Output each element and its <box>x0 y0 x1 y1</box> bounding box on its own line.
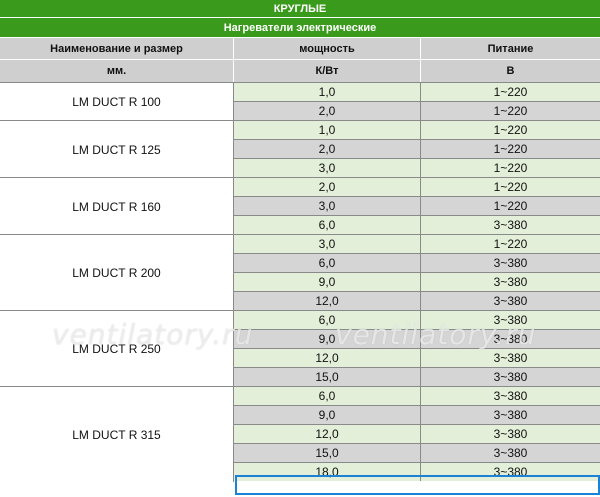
power-cell[interactable]: 12,0 <box>234 348 421 367</box>
product-name-cell[interactable]: LM DUCT R 125 <box>0 120 234 178</box>
header-name-line1: Наименование и размер <box>0 38 234 60</box>
supply-cell[interactable]: 3~380 <box>421 405 600 424</box>
power-cell[interactable]: 6,0 <box>234 215 421 234</box>
supply-cell[interactable]: 3~380 <box>421 386 600 405</box>
supply-cell[interactable]: 3~380 <box>421 215 600 234</box>
header-name-line2: мм. <box>0 60 234 82</box>
supply-cell[interactable]: 1~220 <box>421 82 600 101</box>
supply-cell[interactable]: 1~220 <box>421 101 600 120</box>
supply-cell[interactable]: 3~380 <box>421 462 600 481</box>
power-cell[interactable]: 18,0 <box>234 462 421 481</box>
power-cell[interactable]: 6,0 <box>234 386 421 405</box>
supply-cell[interactable]: 3~380 <box>421 329 600 348</box>
supply-cell[interactable]: 3~380 <box>421 272 600 291</box>
supply-cell[interactable]: 3~380 <box>421 443 600 462</box>
power-cell[interactable]: 12,0 <box>234 424 421 443</box>
power-cell[interactable]: 9,0 <box>234 405 421 424</box>
power-cell[interactable]: 3,0 <box>234 234 421 253</box>
supply-cell[interactable]: 1~220 <box>421 120 600 139</box>
supply-cell[interactable]: 3~380 <box>421 310 600 329</box>
header-power-line2: К/Вт <box>234 60 421 82</box>
product-name-cell[interactable]: LM DUCT R 200 <box>0 234 234 311</box>
header-power-line1: мощность <box>234 38 421 60</box>
product-name-cell[interactable]: LM DUCT R 160 <box>0 177 234 235</box>
supply-cell[interactable]: 3~380 <box>421 291 600 310</box>
supply-cell[interactable]: 1~220 <box>421 196 600 215</box>
supply-cell[interactable]: 3~380 <box>421 367 600 386</box>
power-cell[interactable]: 9,0 <box>234 329 421 348</box>
power-cell[interactable]: 2,0 <box>234 177 421 196</box>
supply-cell[interactable]: 1~220 <box>421 139 600 158</box>
product-name-cell[interactable]: LM DUCT R 315 <box>0 386 234 482</box>
supply-cell[interactable]: 1~220 <box>421 234 600 253</box>
power-cell[interactable]: 12,0 <box>234 291 421 310</box>
power-cell[interactable]: 15,0 <box>234 367 421 386</box>
header-supply-line2: В <box>421 60 600 82</box>
product-name-cell[interactable]: LM DUCT R 250 <box>0 310 234 387</box>
power-cell[interactable]: 15,0 <box>234 443 421 462</box>
supply-cell[interactable]: 1~220 <box>421 177 600 196</box>
supply-cell[interactable]: 1~220 <box>421 158 600 177</box>
supply-cell[interactable]: 3~380 <box>421 253 600 272</box>
power-cell[interactable]: 2,0 <box>234 139 421 158</box>
supply-cell[interactable]: 3~380 <box>421 424 600 443</box>
supply-cell[interactable]: 3~380 <box>421 348 600 367</box>
product-name-cell[interactable]: LM DUCT R 100 <box>0 82 234 121</box>
power-cell[interactable]: 3,0 <box>234 158 421 177</box>
power-cell[interactable]: 1,0 <box>234 120 421 139</box>
spreadsheet-table: КРУГЛЫЕ Нагреватели электрические Наимен… <box>0 0 600 497</box>
power-cell[interactable]: 3,0 <box>234 196 421 215</box>
power-cell[interactable]: 1,0 <box>234 82 421 101</box>
power-cell[interactable]: 6,0 <box>234 310 421 329</box>
table-subtitle: Нагреватели электрические <box>0 18 600 38</box>
header-supply-line1: Питание <box>421 38 600 60</box>
power-cell[interactable]: 2,0 <box>234 101 421 120</box>
table-title: КРУГЛЫЕ <box>0 0 600 18</box>
power-cell[interactable]: 9,0 <box>234 272 421 291</box>
power-cell[interactable]: 6,0 <box>234 253 421 272</box>
